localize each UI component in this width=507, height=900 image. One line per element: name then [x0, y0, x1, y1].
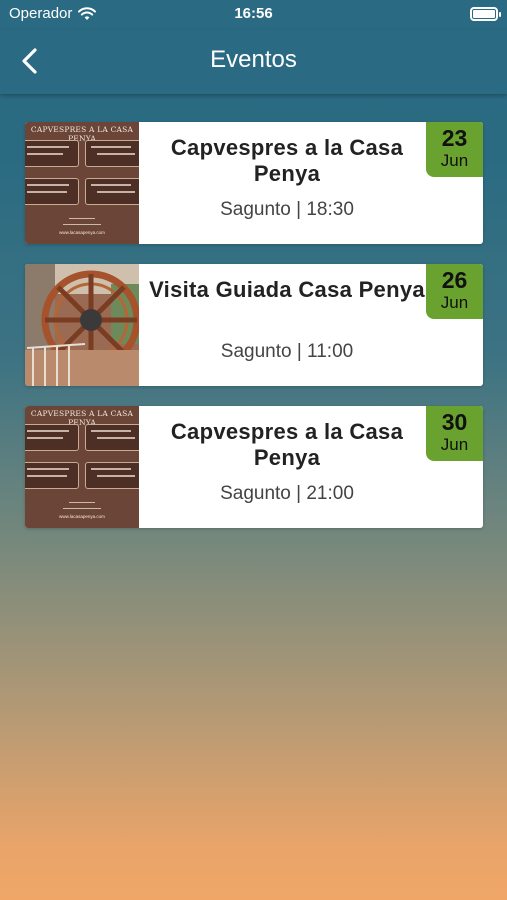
battery-icon: [470, 7, 501, 21]
poster-image: CAPVESPRES A LA CASA PENYA www.lacasapen…: [25, 406, 139, 528]
event-card[interactable]: CAPVESPRES A LA CASA PENYA www.lacasapen…: [25, 406, 483, 528]
event-month: Jun: [440, 293, 469, 312]
event-thumbnail: CAPVESPRES A LA CASA PENYA www.lacasapen…: [25, 122, 139, 244]
poster-image: CAPVESPRES A LA CASA PENYA www.lacasapen…: [25, 122, 139, 244]
event-day: 30: [441, 409, 468, 435]
event-title: Visita Guiada Casa Penya: [149, 277, 425, 302]
event-day: 26: [441, 267, 468, 293]
event-card[interactable]: CAPVESPRES A LA CASA PENYA www.lacasapen…: [25, 122, 483, 244]
event-title: Capvespres a la Casa Penya: [170, 419, 404, 470]
event-thumbnail: CAPVESPRES A LA CASA PENYA www.lacasapen…: [25, 406, 139, 528]
navigation-bar: Eventos: [0, 30, 507, 94]
page-title: Eventos: [210, 46, 297, 73]
poster-website: www.lacasapenya.com: [59, 230, 105, 235]
status-bar: Operador 16:56: [0, 0, 507, 30]
date-badge: 30 Jun: [426, 406, 483, 461]
event-day: 23: [441, 125, 468, 151]
poster-website: www.lacasapenya.com: [59, 514, 105, 519]
event-location-time: Sagunto | 21:00: [220, 483, 354, 504]
event-thumbnail: [25, 264, 139, 386]
event-info: Visita Guiada Casa Penya Sagunto | 11:00: [139, 264, 425, 386]
event-location-time: Sagunto | 11:00: [220, 341, 354, 362]
clock: 16:56: [234, 5, 273, 22]
date-badge: 23 Jun: [426, 122, 483, 177]
event-card[interactable]: Visita Guiada Casa Penya Sagunto | 11:00…: [25, 264, 483, 386]
event-location-time: Sagunto | 18:30: [220, 199, 354, 220]
date-badge: 26 Jun: [426, 264, 483, 319]
water-wheel-photo: [25, 264, 139, 386]
event-info: Capvespres a la Casa Penya Sagunto | 21:…: [139, 406, 425, 528]
event-month: Jun: [440, 151, 469, 170]
event-info: Capvespres a la Casa Penya Sagunto | 18:…: [139, 122, 425, 244]
event-month: Jun: [440, 435, 469, 454]
event-title: Capvespres a la Casa Penya: [170, 135, 404, 186]
